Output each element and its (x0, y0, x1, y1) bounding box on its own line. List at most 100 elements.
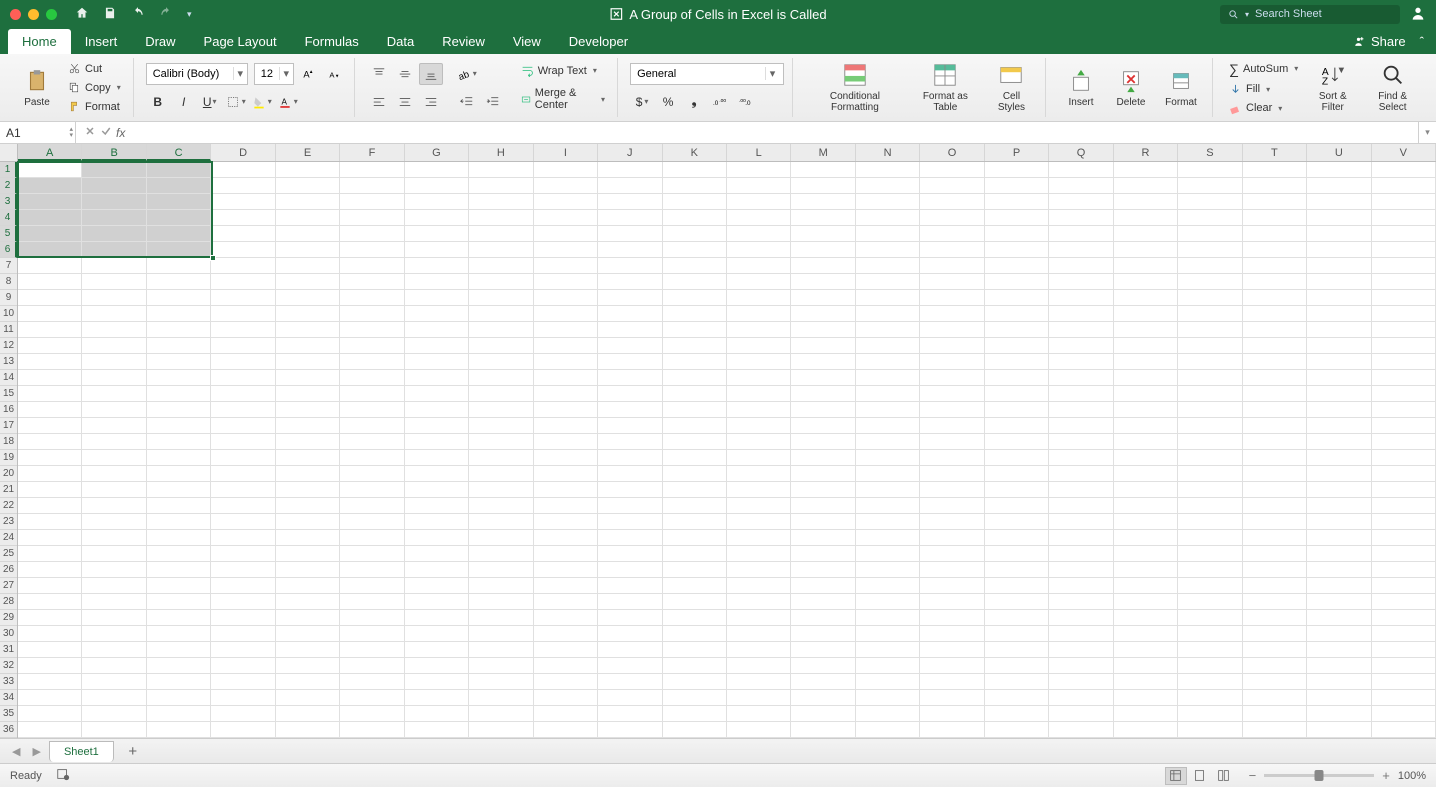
cell[interactable] (727, 610, 791, 626)
cell[interactable] (405, 546, 469, 562)
cell[interactable] (598, 546, 662, 562)
cell[interactable] (1372, 690, 1436, 706)
col-header-D[interactable]: D (211, 144, 275, 161)
cell[interactable] (1243, 450, 1307, 466)
cell[interactable] (1049, 514, 1113, 530)
cell[interactable] (920, 194, 984, 210)
cell[interactable] (985, 450, 1049, 466)
cell[interactable] (727, 514, 791, 530)
cell[interactable] (856, 338, 920, 354)
cell[interactable] (727, 706, 791, 722)
cell[interactable] (1178, 402, 1242, 418)
cell[interactable] (791, 434, 855, 450)
cell[interactable] (1178, 610, 1242, 626)
cell[interactable] (1307, 194, 1371, 210)
cell[interactable] (469, 482, 533, 498)
cell[interactable] (1372, 498, 1436, 514)
cell[interactable] (405, 290, 469, 306)
cell[interactable] (920, 242, 984, 258)
cell[interactable] (920, 178, 984, 194)
cell[interactable] (920, 258, 984, 274)
col-header-V[interactable]: V (1372, 144, 1436, 161)
cell[interactable] (340, 626, 404, 642)
tab-draw[interactable]: Draw (131, 29, 189, 54)
cell[interactable] (598, 418, 662, 434)
cell[interactable] (1049, 178, 1113, 194)
row-header-8[interactable]: 8 (0, 274, 17, 290)
cell[interactable] (147, 626, 211, 642)
cell[interactable] (1114, 498, 1178, 514)
cell[interactable] (920, 402, 984, 418)
row-header-10[interactable]: 10 (0, 306, 17, 322)
cell[interactable] (598, 450, 662, 466)
cell[interactable] (405, 306, 469, 322)
row-header-11[interactable]: 11 (0, 322, 17, 338)
cell[interactable] (727, 258, 791, 274)
cell[interactable] (1114, 546, 1178, 562)
cell[interactable] (663, 322, 727, 338)
cell[interactable] (469, 354, 533, 370)
col-header-G[interactable]: G (405, 144, 469, 161)
cell[interactable] (276, 306, 340, 322)
cell[interactable] (663, 306, 727, 322)
cell[interactable] (1307, 642, 1371, 658)
cell[interactable] (18, 354, 82, 370)
cell[interactable] (147, 530, 211, 546)
cell[interactable] (856, 706, 920, 722)
cell[interactable] (211, 194, 275, 210)
cell[interactable] (534, 274, 598, 290)
cell[interactable] (1243, 562, 1307, 578)
cell[interactable] (18, 546, 82, 562)
cell[interactable] (663, 450, 727, 466)
cell[interactable] (405, 706, 469, 722)
cell[interactable] (340, 258, 404, 274)
cell[interactable] (856, 226, 920, 242)
col-header-I[interactable]: I (534, 144, 598, 161)
cell[interactable] (82, 178, 146, 194)
currency-icon[interactable]: $▾ (630, 91, 654, 113)
cell[interactable] (469, 322, 533, 338)
cell[interactable] (1307, 418, 1371, 434)
cell[interactable] (856, 418, 920, 434)
cell[interactable] (82, 498, 146, 514)
cell[interactable] (1178, 546, 1242, 562)
cell[interactable] (1372, 354, 1436, 370)
cell[interactable] (727, 402, 791, 418)
cell[interactable] (985, 514, 1049, 530)
align-bottom-icon[interactable] (419, 63, 443, 85)
cell[interactable] (405, 610, 469, 626)
cell[interactable] (340, 370, 404, 386)
cell[interactable] (534, 402, 598, 418)
cell[interactable] (211, 178, 275, 194)
cell[interactable] (920, 514, 984, 530)
cell[interactable] (1372, 322, 1436, 338)
cell[interactable] (663, 482, 727, 498)
cell[interactable] (147, 338, 211, 354)
cell[interactable] (82, 306, 146, 322)
cell[interactable] (598, 562, 662, 578)
cell[interactable] (727, 194, 791, 210)
cell[interactable] (598, 642, 662, 658)
cell[interactable] (1372, 674, 1436, 690)
row-header-7[interactable]: 7 (0, 258, 17, 274)
cell[interactable] (1049, 722, 1113, 738)
cell[interactable] (1243, 530, 1307, 546)
cell[interactable] (340, 610, 404, 626)
col-header-M[interactable]: M (791, 144, 855, 161)
cell[interactable] (18, 626, 82, 642)
cell[interactable] (147, 674, 211, 690)
cell[interactable] (469, 706, 533, 722)
cell[interactable] (469, 434, 533, 450)
cell[interactable] (82, 690, 146, 706)
cell[interactable] (985, 722, 1049, 738)
cell[interactable] (1178, 178, 1242, 194)
cell[interactable] (1114, 626, 1178, 642)
cell[interactable] (985, 498, 1049, 514)
cell[interactable] (469, 514, 533, 530)
cell[interactable] (727, 530, 791, 546)
row-header-4[interactable]: 4 (0, 210, 17, 226)
row-header-20[interactable]: 20 (0, 466, 17, 482)
orientation-icon[interactable]: ab▾ (455, 63, 479, 85)
conditional-formatting-button[interactable]: Conditional Formatting (805, 58, 905, 118)
cell[interactable] (1372, 210, 1436, 226)
